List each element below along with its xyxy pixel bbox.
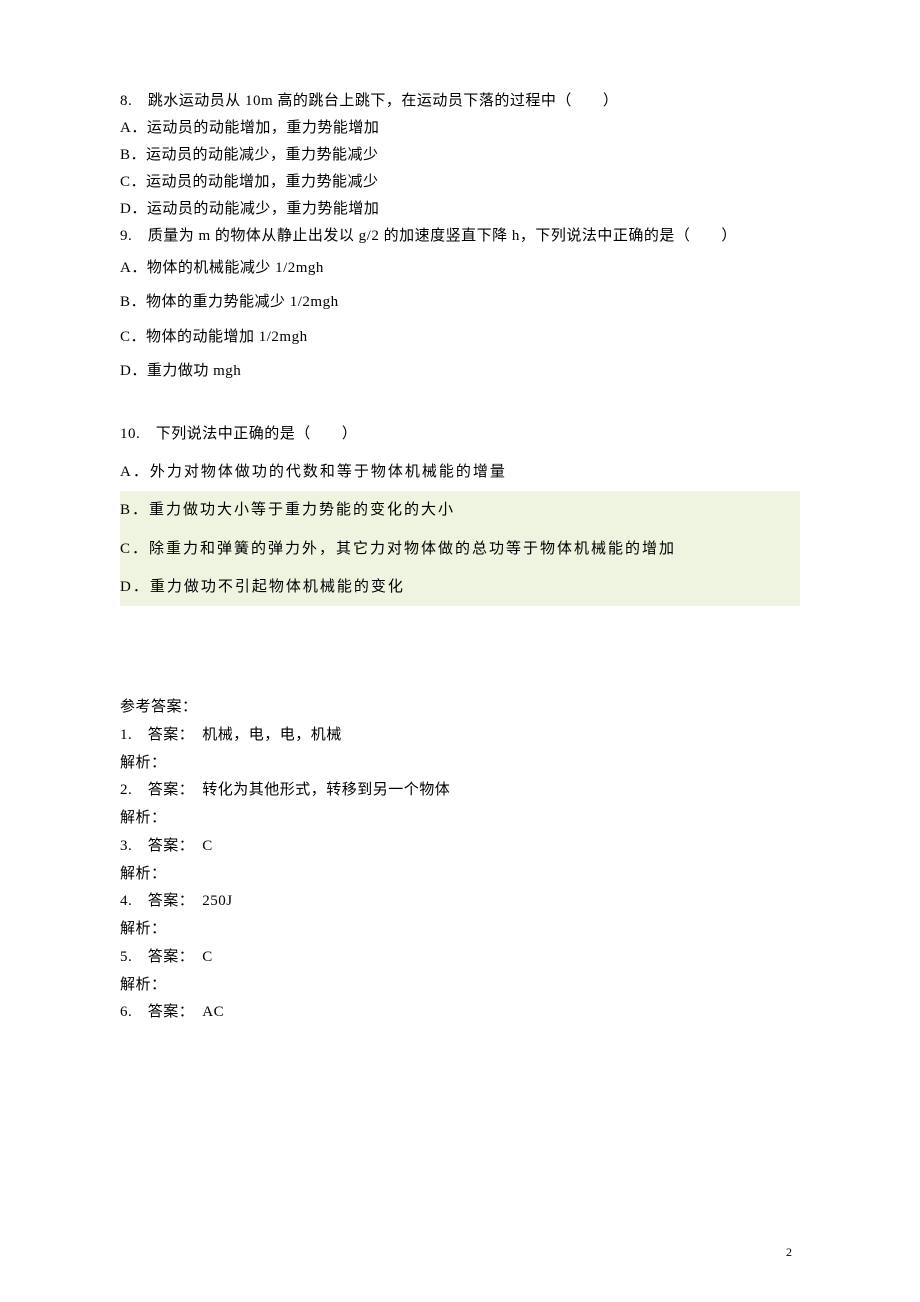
answer-4-explain: 解析： — [120, 916, 800, 944]
answers-header: 参考答案： — [120, 694, 800, 722]
answer-1-explain: 解析： — [120, 750, 800, 778]
q10-option-b: B．重力做功大小等于重力势能的变化的大小 — [120, 491, 800, 529]
q8-stem: 8. 跳水运动员从 10m 高的跳台上跳下，在运动员下落的过程中（ ） — [120, 88, 800, 115]
answer-3: 3. 答案： C — [120, 833, 800, 861]
q8-option-a: A．运动员的动能增加，重力势能增加 — [120, 115, 800, 142]
question-9: 9. 质量为 m 的物体从静止出发以 g/2 的加速度竖直下降 h，下列说法中正… — [120, 223, 800, 389]
answer-2-explain: 解析： — [120, 805, 800, 833]
page-number: 2 — [786, 1245, 792, 1260]
answer-5-explain: 解析： — [120, 972, 800, 1000]
answers-section: 参考答案： 1. 答案： 机械，电，电，机械 解析： 2. 答案： 转化为其他形… — [120, 694, 800, 1027]
q9-option-d: D．重力做功 mgh — [120, 354, 800, 389]
answer-2: 2. 答案： 转化为其他形式，转移到另一个物体 — [120, 777, 800, 805]
question-8: 8. 跳水运动员从 10m 高的跳台上跳下，在运动员下落的过程中（ ） A．运动… — [120, 88, 800, 223]
q8-option-b: B．运动员的动能减少，重力势能减少 — [120, 142, 800, 169]
q8-option-c: C．运动员的动能增加，重力势能减少 — [120, 169, 800, 196]
q9-option-a: A．物体的机械能减少 1/2mgh — [120, 251, 800, 286]
answer-1: 1. 答案： 机械，电，电，机械 — [120, 722, 800, 750]
answer-6: 6. 答案： AC — [120, 999, 800, 1027]
q9-option-b: B．物体的重力势能减少 1/2mgh — [120, 285, 800, 320]
q9-option-c: C．物体的动能增加 1/2mgh — [120, 320, 800, 355]
answer-3-explain: 解析： — [120, 861, 800, 889]
document-page: 8. 跳水运动员从 10m 高的跳台上跳下，在运动员下落的过程中（ ） A．运动… — [0, 0, 920, 1302]
q10-option-c: C．除重力和弹簧的弹力外，其它力对物体做的总功等于物体机械能的增加 — [120, 530, 800, 568]
answer-4: 4. 答案： 250J — [120, 888, 800, 916]
q8-option-d: D．运动员的动能减少，重力势能增加 — [120, 196, 800, 223]
q10-stem: 10. 下列说法中正确的是（ ） — [120, 415, 800, 453]
q10-option-a: A．外力对物体做功的代数和等于物体机械能的增量 — [120, 453, 800, 491]
q10-option-d: D．重力做功不引起物体机械能的变化 — [120, 568, 800, 606]
question-10: 10. 下列说法中正确的是（ ） A．外力对物体做功的代数和等于物体机械能的增量… — [120, 415, 800, 606]
q9-stem: 9. 质量为 m 的物体从静止出发以 g/2 的加速度竖直下降 h，下列说法中正… — [120, 223, 800, 251]
answer-5: 5. 答案： C — [120, 944, 800, 972]
